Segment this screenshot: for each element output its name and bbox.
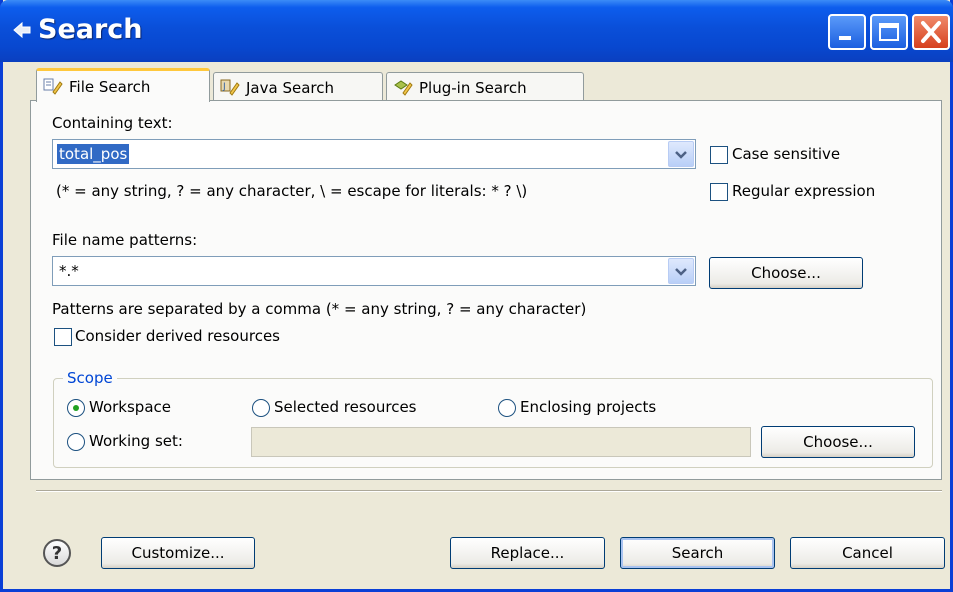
containing-text-dropdown-button[interactable]: [668, 141, 694, 167]
maximize-button[interactable]: [870, 14, 908, 50]
workspace-label: Workspace: [89, 398, 171, 416]
working-set-radio[interactable]: [67, 433, 85, 451]
working-set-field: [251, 427, 751, 457]
chevron-down-icon: [675, 268, 687, 276]
workspace-radio[interactable]: [67, 399, 85, 417]
containing-text-label: Containing text:: [52, 114, 173, 132]
containing-text-combo[interactable]: total_pos: [52, 139, 696, 169]
selected-resources-radio[interactable]: [252, 399, 270, 417]
search-dialog-icon: [13, 21, 31, 39]
tab-plugin-search-label: Plug-in Search: [419, 78, 527, 97]
file-search-icon: [43, 78, 63, 95]
file-patterns-label: File name patterns:: [52, 231, 198, 249]
close-button[interactable]: [912, 14, 950, 50]
case-sensitive-label: Case sensitive: [732, 145, 841, 163]
footer-separator: [36, 490, 942, 492]
tab-plugin-search[interactable]: Plug-in Search: [386, 72, 584, 102]
java-search-icon: J: [220, 79, 240, 96]
scope-title: Scope: [63, 369, 117, 387]
tab-file-search-label: File Search: [69, 77, 151, 96]
title-bar[interactable]: Search: [0, 0, 953, 62]
containing-text-hint: (* = any string, ? = any character, \ = …: [56, 182, 528, 200]
file-patterns-dropdown-button[interactable]: [668, 258, 694, 284]
replace-button[interactable]: Replace...: [450, 537, 605, 569]
file-patterns-hint: Patterns are separated by a comma (* = a…: [52, 300, 587, 318]
enclosing-projects-label: Enclosing projects: [520, 398, 657, 416]
svg-text:J: J: [222, 82, 226, 92]
help-icon[interactable]: ?: [43, 539, 71, 567]
radio-selected-dot: [73, 405, 79, 411]
working-set-choose-button[interactable]: Choose...: [761, 426, 915, 458]
file-patterns-value[interactable]: *.*: [57, 261, 81, 281]
case-sensitive-checkbox[interactable]: [710, 146, 728, 164]
containing-text-value[interactable]: total_pos: [57, 144, 130, 164]
window-title: Search: [38, 14, 143, 45]
file-patterns-choose-button[interactable]: Choose...: [709, 257, 863, 289]
tab-java-search[interactable]: J Java Search: [213, 72, 383, 102]
working-set-label: Working set:: [89, 432, 183, 450]
cancel-button[interactable]: Cancel: [790, 537, 945, 569]
minimize-icon: [839, 36, 851, 40]
customize-button[interactable]: Customize...: [101, 537, 255, 569]
file-patterns-combo[interactable]: *.*: [52, 256, 696, 286]
selected-resources-label: Selected resources: [274, 398, 417, 416]
consider-derived-checkbox[interactable]: [54, 328, 72, 346]
chevron-down-icon: [675, 151, 687, 159]
enclosing-projects-radio[interactable]: [498, 399, 516, 417]
consider-derived-label: Consider derived resources: [75, 327, 280, 345]
tab-java-search-label: Java Search: [246, 78, 334, 97]
minimize-button[interactable]: [828, 14, 866, 50]
plugin-search-icon: [394, 79, 413, 96]
maximize-icon: [879, 23, 899, 41]
tab-file-search[interactable]: File Search: [36, 68, 210, 102]
regular-expression-label: Regular expression: [732, 182, 876, 200]
search-dialog: Search File Search J Java Search Plug-in…: [0, 0, 953, 592]
regular-expression-checkbox[interactable]: [710, 183, 728, 201]
close-icon: [921, 21, 941, 43]
help-symbol: ?: [51, 542, 63, 564]
search-button[interactable]: Search: [620, 537, 775, 569]
